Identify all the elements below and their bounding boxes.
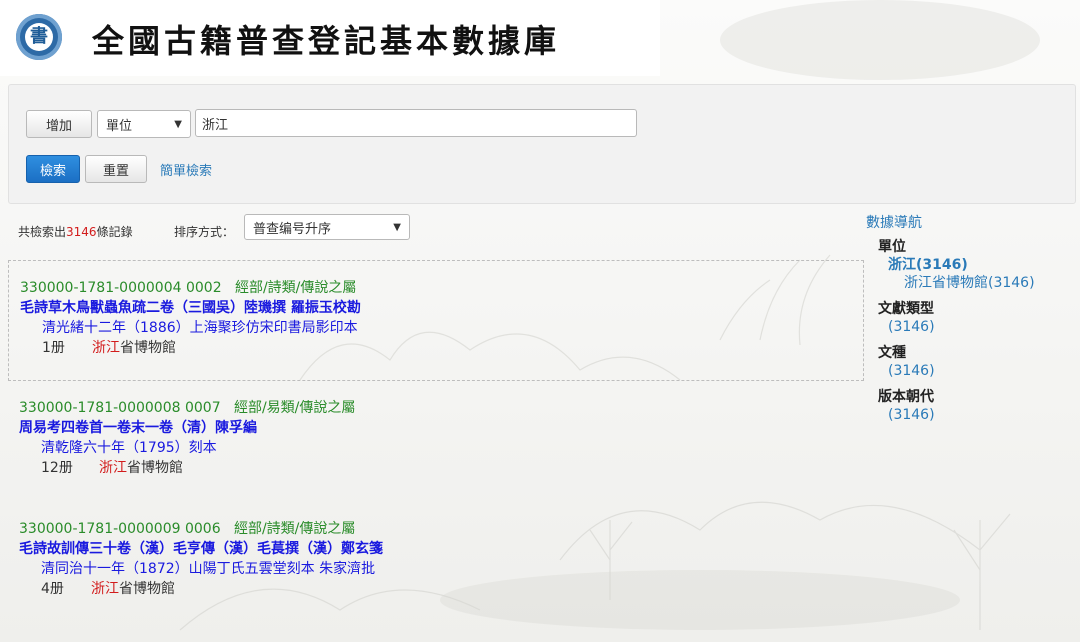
logo-glyph: 書 (25, 23, 53, 51)
nav-title: 數據導航 (866, 215, 922, 231)
add-condition-button[interactable]: 增加 (26, 110, 92, 138)
search-panel: 增加 單位 ▼ 浙江 檢索 重置 簡單檢索 (8, 84, 1076, 204)
nav-group-doctype: 文獻類型 (3146) (878, 300, 1076, 336)
record-id: 330000-1781-0000009 0006 (19, 521, 221, 537)
record-holder: 省博物館 (120, 340, 176, 356)
record-edition: 清同治十一年（1872）山陽丁氏五雲堂刻本 朱家濟批 (41, 561, 376, 577)
record-category: 經部/易類/傳說之屬 (233, 400, 356, 416)
record-holder-highlight: 浙江 (92, 340, 120, 356)
search-input[interactable]: 浙江 (195, 109, 637, 137)
list-item[interactable]: 330000-1781-0000004 0002 經部/詩類/傳說之屬 毛詩草木… (8, 260, 864, 381)
results-list: 330000-1781-0000004 0002 經部/詩類/傳說之屬 毛詩草木… (8, 260, 864, 623)
result-summary: 共檢索出3146條記錄 (18, 223, 133, 240)
record-holder: 省博物館 (119, 581, 175, 597)
record-category: 經部/詩類/傳說之屬 (234, 280, 357, 296)
record-edition: 清光緒十二年（1886）上海聚珍仿宋印書局影印本 (42, 320, 358, 336)
nav-item-zhejiang-museum[interactable]: 浙江省博物館(3146) (904, 274, 1076, 292)
record-quantity: 1册 (42, 340, 65, 356)
record-quantity: 4册 (41, 581, 64, 597)
record-id-category[interactable]: 330000-1781-0000004 0002 經部/詩類/傳說之屬 (20, 278, 853, 298)
field-select[interactable]: 單位 ▼ (97, 110, 191, 138)
record-holder-highlight: 浙江 (91, 581, 119, 597)
chevron-down-icon: ▼ (174, 119, 182, 130)
list-item[interactable]: 330000-1781-0000009 0006 經部/詩類/傳說之屬 毛詩故訓… (8, 502, 864, 623)
record-holding: 12册 浙江省博物館 (19, 458, 854, 478)
summary-suffix: 條記錄 (96, 225, 133, 239)
nav-item-language[interactable]: (3146) (888, 362, 1076, 380)
logo-seal-icon[interactable]: 書 (16, 14, 62, 60)
sort-select-value: 普查编号升序 (253, 221, 332, 237)
record-edition: 清乾隆六十年（1795）刻本 (41, 440, 217, 456)
record-holding: 1册 浙江省博物館 (20, 338, 853, 358)
nav-item-zhejiang[interactable]: 浙江(3146) (888, 256, 1076, 274)
nav-head-doctype: 文獻類型 (878, 301, 934, 317)
site-header: 書 全國古籍普查登記基本數據庫 (0, 0, 660, 76)
record-id: 330000-1781-0000008 0007 (19, 400, 221, 416)
record-holder: 省博物館 (127, 460, 183, 476)
reset-button[interactable]: 重置 (85, 155, 147, 183)
nav-item-doctype[interactable]: (3146) (888, 318, 1076, 336)
site-title: 全國古籍普查登記基本數據庫 (92, 22, 561, 60)
field-select-value: 單位 (106, 118, 133, 134)
summary-prefix: 共檢索出 (18, 225, 67, 239)
record-id: 330000-1781-0000004 0002 (20, 280, 222, 296)
nav-group-dynasty: 版本朝代 (3146) (878, 388, 1076, 424)
simple-search-link[interactable]: 簡單檢索 (160, 160, 212, 179)
nav-group-language: 文種 (3146) (878, 344, 1076, 380)
record-id-category[interactable]: 330000-1781-0000008 0007 經部/易類/傳說之屬 (19, 398, 854, 418)
search-button[interactable]: 檢索 (26, 155, 80, 183)
nav-head-unit: 單位 (878, 239, 906, 255)
result-count: 3146 (66, 225, 97, 239)
record-id-category[interactable]: 330000-1781-0000009 0006 經部/詩類/傳說之屬 (19, 519, 854, 539)
chevron-down-icon: ▼ (393, 222, 401, 233)
nav-item-dynasty[interactable]: (3146) (888, 406, 1076, 424)
search-input-value: 浙江 (202, 117, 229, 133)
record-title[interactable]: 毛詩故訓傳三十卷（漢）毛亨傳（漢）毛萇撰（漢）鄭玄箋 (19, 539, 854, 559)
record-category: 經部/詩類/傳說之屬 (233, 521, 356, 537)
record-holder-highlight: 浙江 (99, 460, 127, 476)
sort-label: 排序方式： (174, 225, 235, 239)
data-navigation: 數據導航 單位 浙江(3146) 浙江省博物館(3146) 文獻類型 (3146… (866, 212, 1076, 432)
nav-group-unit: 單位 浙江(3146) 浙江省博物館(3146) (878, 238, 1076, 292)
list-item[interactable]: 330000-1781-0000008 0007 經部/易類/傳說之屬 周易考四… (8, 381, 864, 502)
record-quantity: 12册 (41, 460, 73, 476)
record-title[interactable]: 周易考四卷首一卷末一卷（清）陳孚編 (19, 418, 854, 438)
nav-head-language: 文種 (878, 345, 906, 361)
record-holding: 4册 浙江省博物館 (19, 579, 854, 599)
nav-head-dynasty: 版本朝代 (878, 389, 934, 405)
record-title[interactable]: 毛詩草木鳥獸蟲魚疏二卷（三國吳）陸璣撰 羅振玉校勘 (20, 298, 853, 318)
sort-select[interactable]: 普查编号升序 ▼ (244, 214, 410, 240)
